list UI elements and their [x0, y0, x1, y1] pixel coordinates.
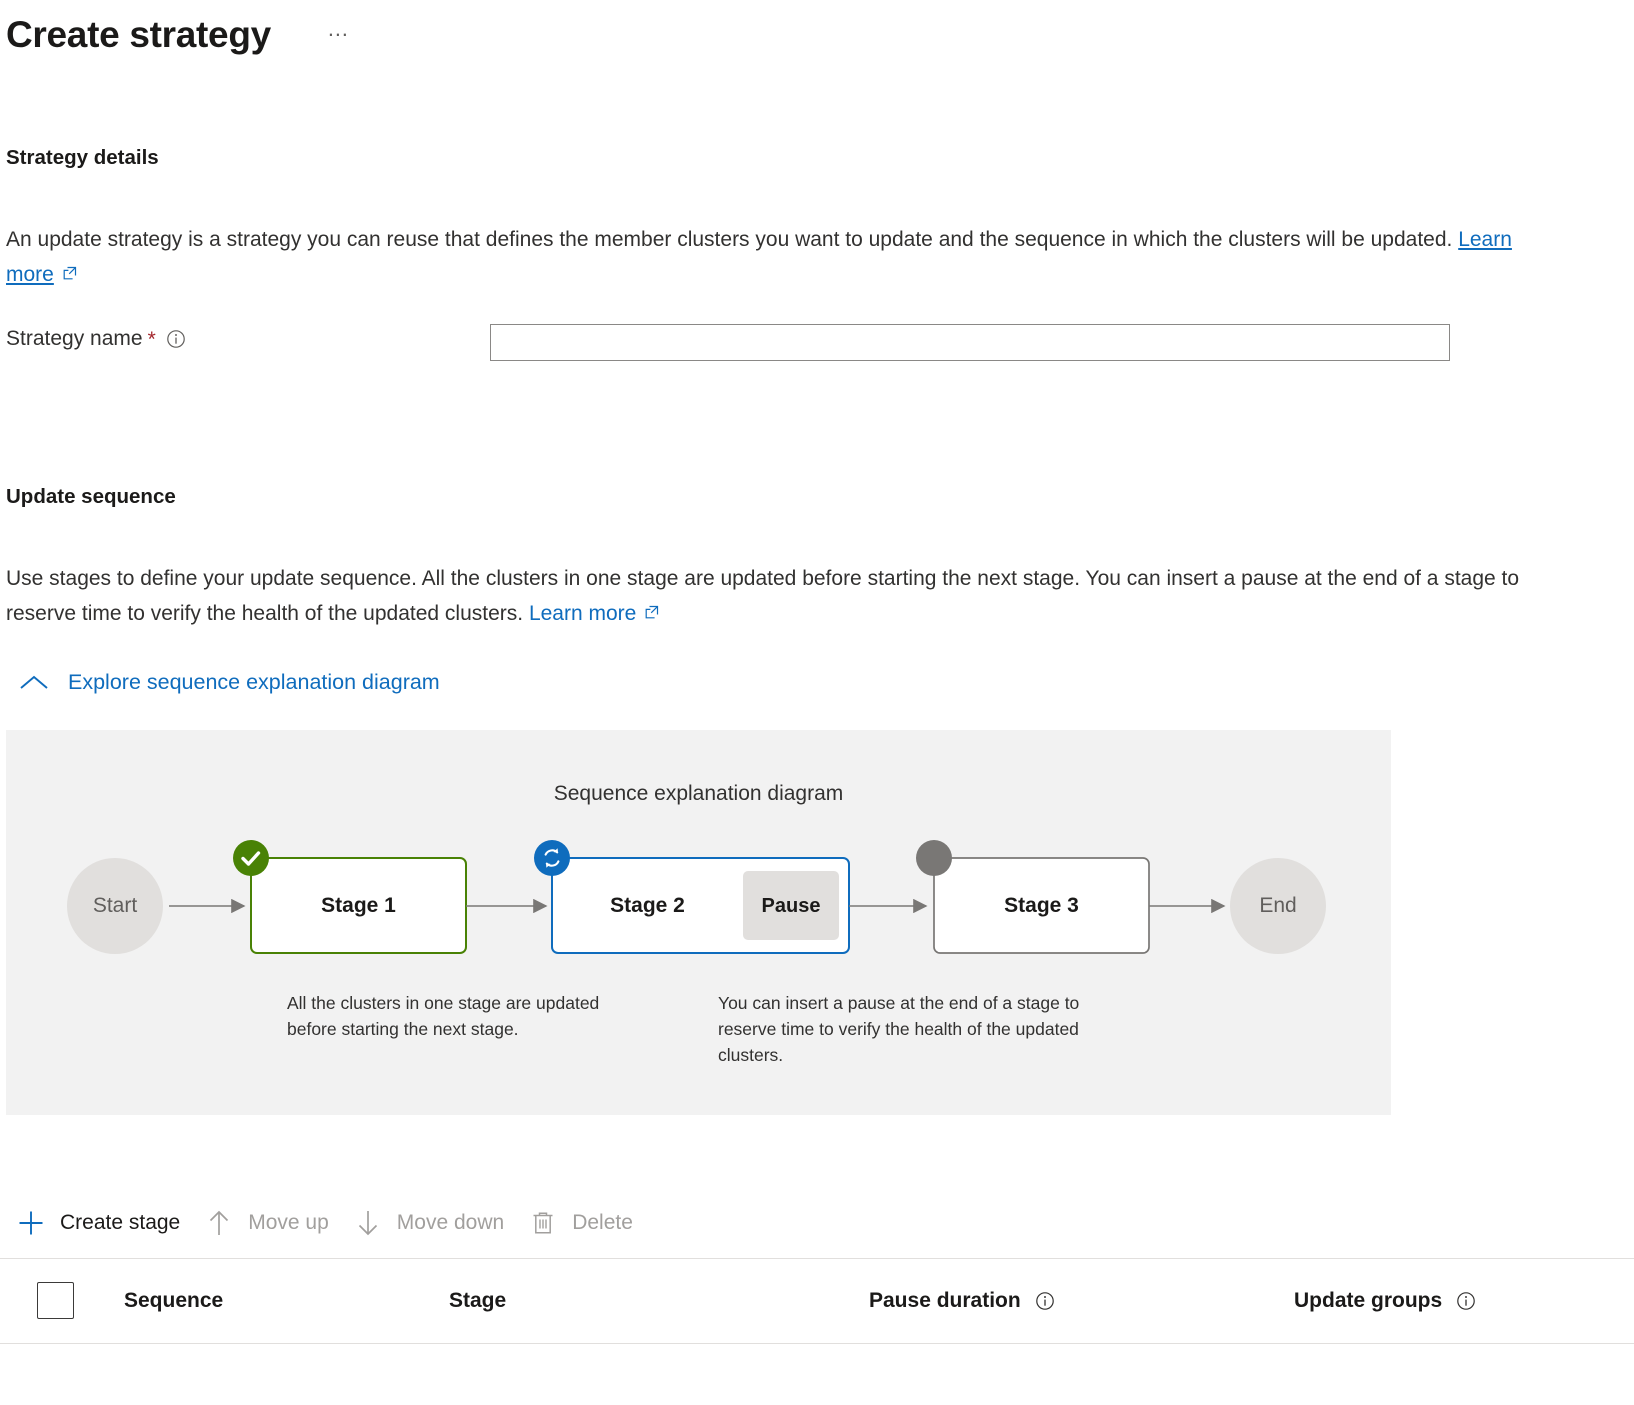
page-title: Create strategy	[6, 16, 271, 55]
sync-circle-icon	[534, 840, 570, 876]
strategy-name-label: Strategy name *	[6, 327, 187, 351]
column-header-stage[interactable]: Stage	[449, 1289, 506, 1313]
diagram-caption-1: All the clusters in one stage are update…	[287, 990, 647, 1042]
move-up-label: Move up	[248, 1211, 329, 1235]
delete-button[interactable]: Delete	[518, 1196, 647, 1250]
external-link-icon	[61, 258, 78, 293]
move-up-button[interactable]: Move up	[194, 1196, 343, 1250]
column-header-pause-duration[interactable]: Pause duration	[869, 1289, 1056, 1313]
page-header: Create strategy …	[0, 0, 1634, 64]
update-sequence-description-text: Use stages to define your update sequenc…	[6, 567, 1519, 625]
trash-icon	[526, 1208, 560, 1238]
stages-table: Sequence Stage Pause duration Update gro…	[0, 1258, 1634, 1344]
explore-sequence-diagram-toggle[interactable]: Explore sequence explanation diagram	[18, 670, 440, 695]
required-marker: *	[148, 329, 156, 350]
column-header-update-groups[interactable]: Update groups	[1294, 1289, 1477, 1313]
strategy-name-input[interactable]	[490, 324, 1450, 361]
table-bottom-divider	[0, 1343, 1634, 1344]
pause-chip	[743, 871, 839, 940]
column-header-stage-label: Stage	[449, 1289, 506, 1313]
select-all-checkbox[interactable]	[37, 1282, 74, 1319]
sequence-explanation-diagram-panel: Sequence explanation diagram	[6, 730, 1391, 1115]
stage-1-box	[251, 858, 466, 953]
info-icon[interactable]	[165, 328, 187, 350]
move-down-label: Move down	[397, 1211, 504, 1235]
delete-label: Delete	[572, 1211, 633, 1235]
column-header-sequence-label: Sequence	[124, 1289, 223, 1313]
create-stage-label: Create stage	[60, 1211, 180, 1235]
diagram-graphics	[6, 730, 1391, 1115]
strategy-name-label-text: Strategy name	[6, 327, 143, 351]
strategy-details-description: An update strategy is a strategy you can…	[6, 222, 1551, 292]
arrow-down-icon	[351, 1208, 385, 1238]
update-sequence-learn-more-link[interactable]: Learn more	[529, 602, 636, 625]
update-sequence-description: Use stages to define your update sequenc…	[6, 561, 1541, 631]
move-down-button[interactable]: Move down	[343, 1196, 518, 1250]
pending-circle-icon	[916, 840, 952, 876]
stages-command-bar: Create stage Move up Move down Delete	[6, 1196, 647, 1250]
column-header-update-groups-label: Update groups	[1294, 1289, 1442, 1313]
info-icon[interactable]	[1455, 1290, 1477, 1312]
column-header-sequence[interactable]: Sequence	[124, 1289, 223, 1313]
chevron-up-icon	[18, 673, 50, 693]
update-sequence-heading: Update sequence	[6, 485, 176, 509]
strategy-details-heading: Strategy details	[6, 146, 159, 170]
stage-3-box	[934, 858, 1149, 953]
external-link-icon	[643, 597, 660, 632]
end-node	[1230, 858, 1326, 954]
strategy-details-description-text: An update strategy is a strategy you can…	[6, 228, 1452, 251]
learn-more-label: Learn more	[529, 602, 636, 625]
more-options-button[interactable]: …	[327, 18, 351, 52]
start-node	[67, 858, 163, 954]
check-circle-icon	[233, 840, 269, 876]
info-icon[interactable]	[1034, 1290, 1056, 1312]
strategy-name-row: Strategy name *	[6, 327, 1456, 351]
column-header-pause-duration-label: Pause duration	[869, 1289, 1021, 1313]
diagram-caption-2: You can insert a pause at the end of a s…	[718, 990, 1108, 1068]
arrow-up-icon	[202, 1208, 236, 1238]
explore-sequence-diagram-label: Explore sequence explanation diagram	[68, 670, 440, 695]
create-stage-button[interactable]: Create stage	[6, 1196, 194, 1250]
plus-icon	[14, 1208, 48, 1238]
table-header-row: Sequence Stage Pause duration Update gro…	[0, 1259, 1634, 1343]
